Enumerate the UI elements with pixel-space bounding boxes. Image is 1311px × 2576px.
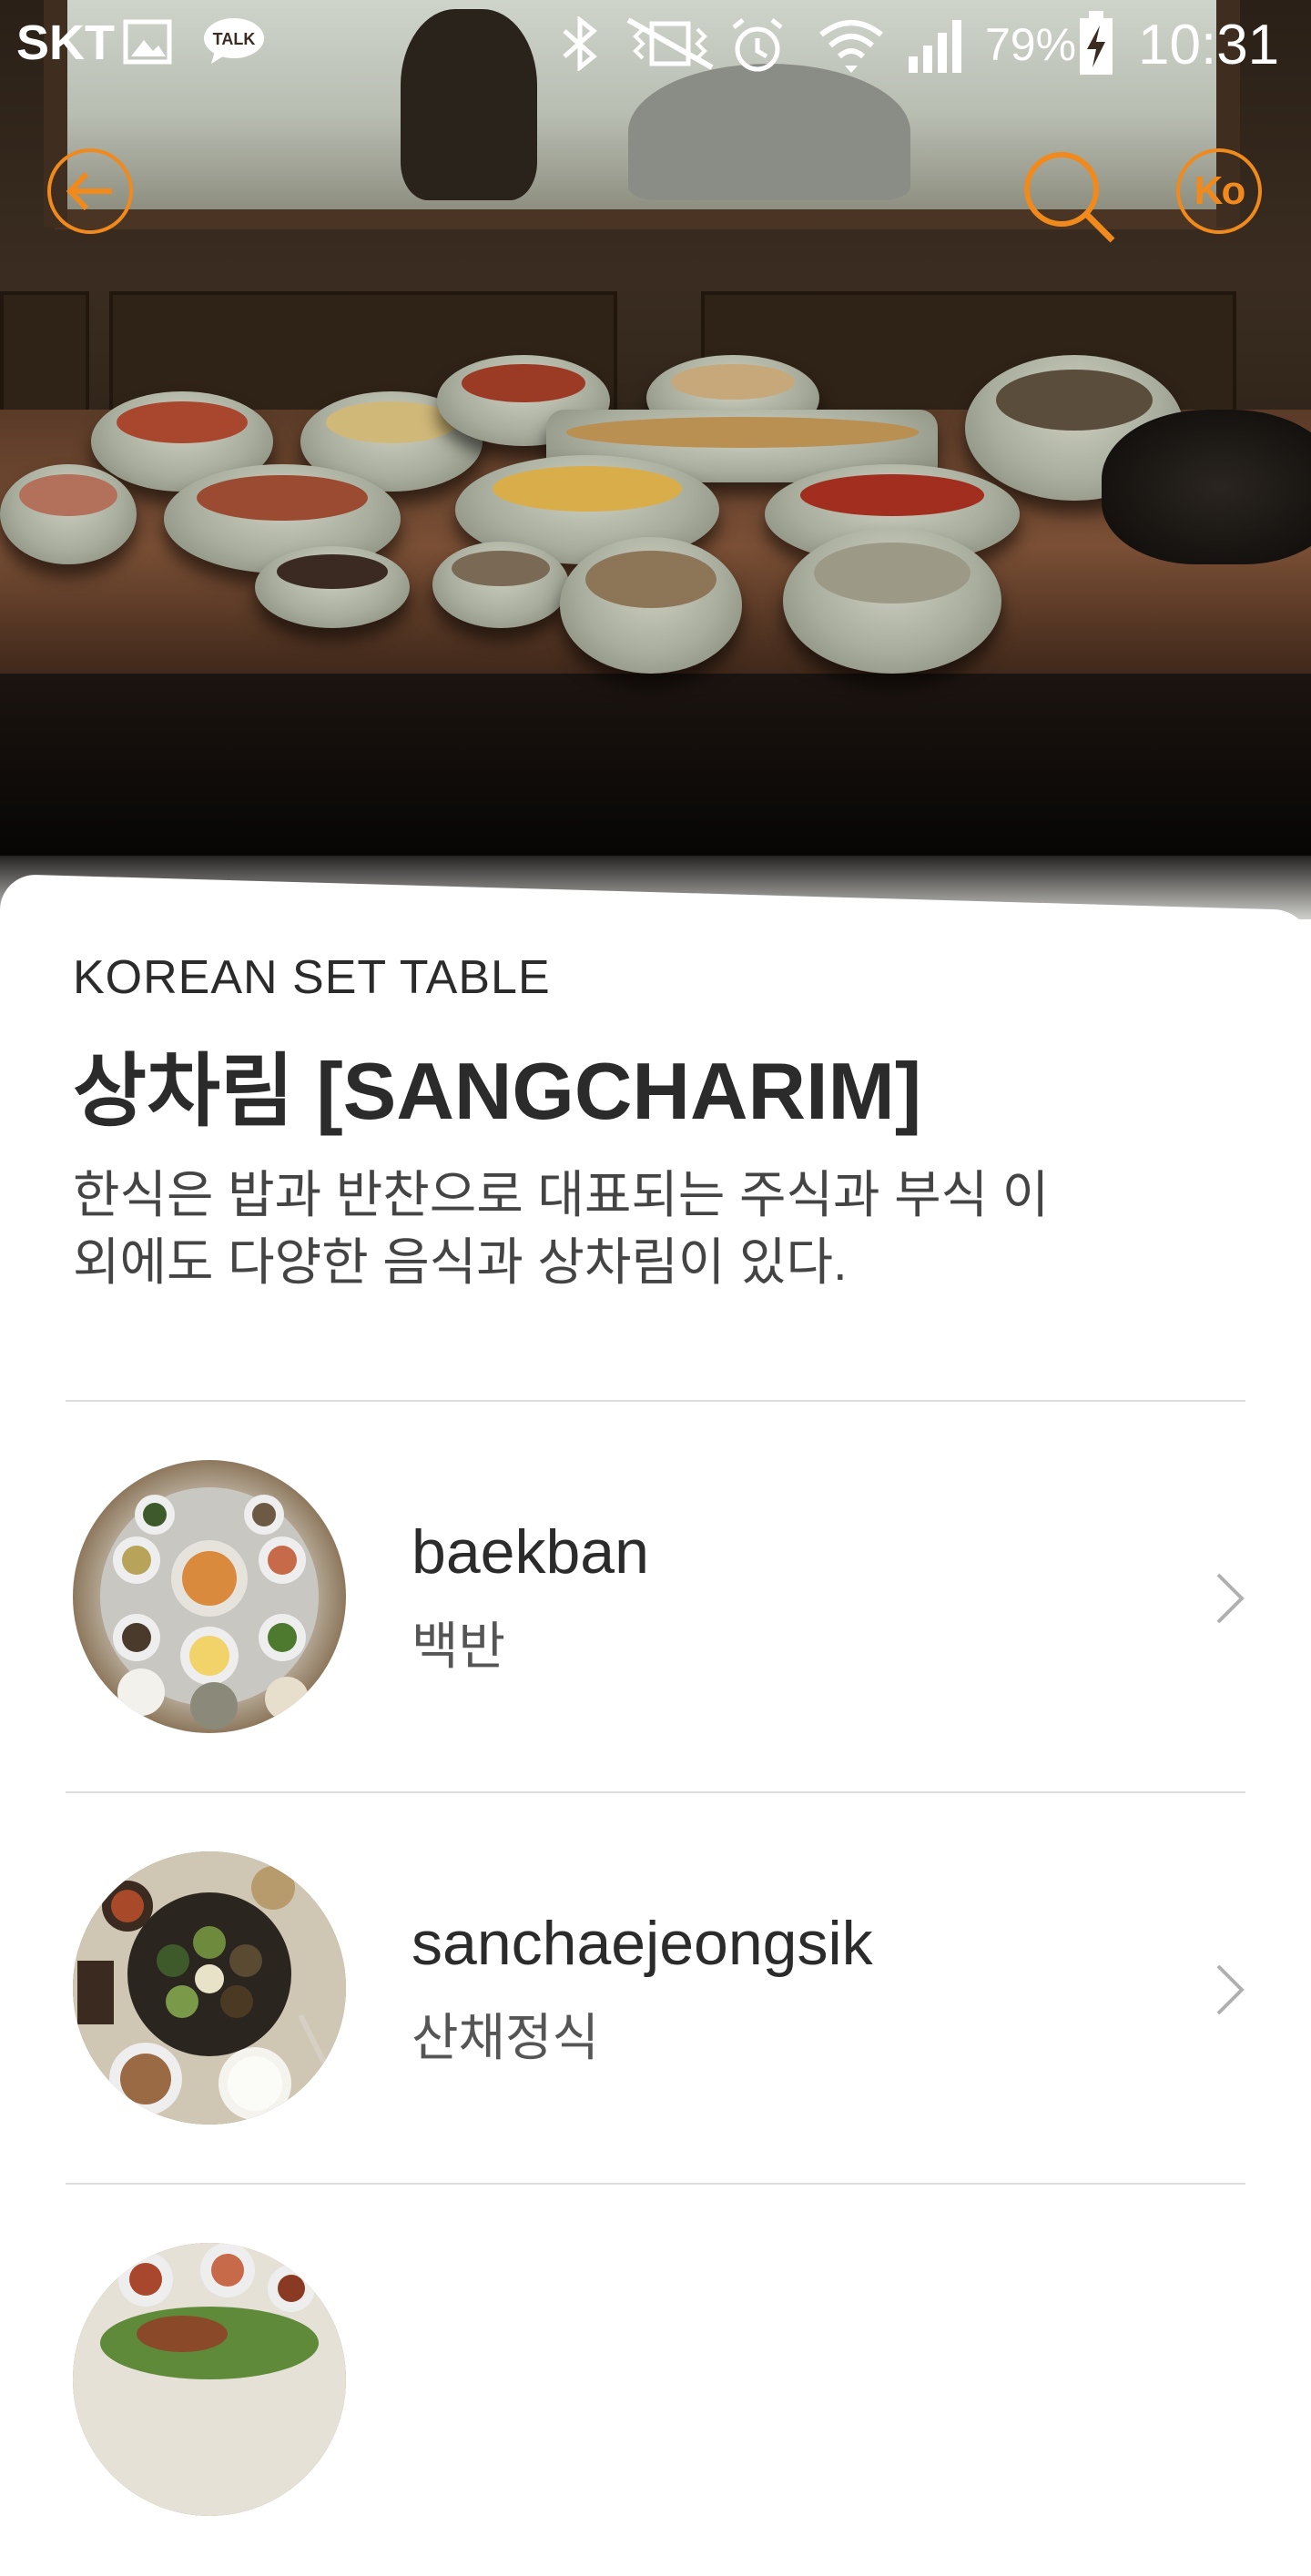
language-label: Ko	[1194, 168, 1246, 213]
back-button[interactable]	[47, 148, 133, 234]
carrier-label: SKT	[16, 15, 115, 70]
wifi-icon	[819, 20, 883, 73]
side-dish-bowl	[255, 546, 410, 628]
bluetooth-icon	[563, 16, 597, 71]
kakaotalk-icon: TALK	[202, 16, 266, 66]
battery-charging-icon	[1080, 11, 1113, 75]
description: 한식은 밥과 반찬으로 대표되는 주식과 부식 이외에도 다양한 음식과 상차림…	[73, 1166, 1050, 1291]
clock: 10:31	[1138, 14, 1280, 76]
item-thumbnail	[73, 2243, 346, 2516]
vibrate-icon	[626, 17, 714, 70]
list-item-baekban[interactable]: baekban 백반	[0, 1402, 1311, 1793]
chevron-right-icon	[1216, 1573, 1245, 1624]
baekban-thumbnail	[73, 1460, 346, 1733]
item-name-ko: 산채정식	[412, 2009, 600, 2066]
table-edge	[0, 674, 1311, 856]
gallery-icon	[123, 19, 172, 65]
arrow-left-icon	[66, 171, 112, 211]
page-title: 상차림 [SANGCHARIM]	[73, 1046, 922, 1136]
stone-pot	[1102, 410, 1311, 564]
list-item-partial[interactable]	[0, 2185, 1311, 2576]
search-button[interactable]	[1018, 146, 1118, 246]
soup-bowl	[783, 528, 1001, 674]
sanchaejeongsik-thumbnail	[73, 1851, 346, 2125]
item-name-en: sanchaejeongsik	[412, 1909, 873, 1978]
side-dish-bowl	[0, 464, 137, 564]
battery-percentage: 79%	[985, 19, 1077, 70]
side-dish-bowl	[432, 542, 569, 628]
hero-image	[0, 0, 1311, 919]
kakaotalk-label: TALK	[213, 30, 256, 48]
language-button[interactable]: Ko	[1176, 148, 1262, 234]
signal-icon	[909, 20, 961, 73]
status-bar: SKT TALK 79% 10:31	[0, 0, 1311, 91]
chevron-right-icon	[1216, 1964, 1245, 2015]
category-label: KOREAN SET TABLE	[73, 951, 551, 1004]
search-icon	[1024, 152, 1115, 243]
item-name-en: baekban	[412, 1517, 649, 1587]
item-name-ko: 백반	[412, 1618, 506, 1675]
list-item-sanchaejeongsik[interactable]: sanchaejeongsik 산채정식	[0, 1793, 1311, 2185]
rice-bowl	[560, 537, 742, 674]
alarm-icon	[732, 18, 783, 72]
